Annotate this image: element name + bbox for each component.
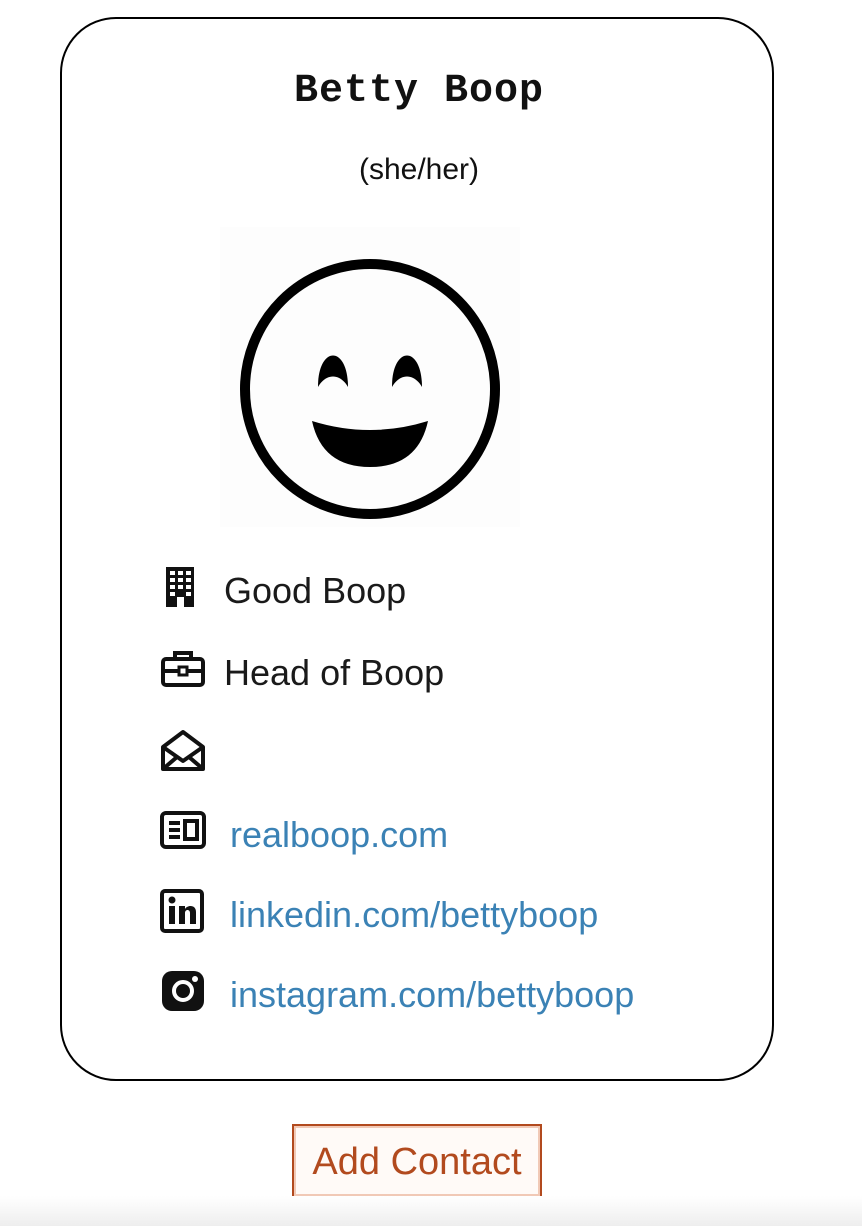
contact-name: Betty Boop [293, 69, 545, 114]
contact-pronouns: (she/her) [358, 153, 480, 186]
linkedin-link[interactable]: linkedin.com/bettyboop [230, 893, 598, 937]
contact-card: Betty Boop (she/her) Good Boop Head of B… [60, 17, 774, 1081]
linkedin-icon [160, 889, 208, 937]
id-card-icon [160, 809, 208, 857]
briefcase-icon [160, 647, 208, 695]
website-link[interactable]: realboop.com [230, 813, 448, 857]
building-icon [160, 565, 208, 613]
company-label: Good Boop [224, 570, 407, 611]
job-title-label: Head of Boop [224, 652, 445, 693]
smiling-face-icon [240, 259, 500, 519]
avatar [220, 227, 520, 527]
envelope-open-icon [160, 727, 208, 775]
instagram-icon [160, 969, 208, 1017]
instagram-link[interactable]: instagram.com/bettyboop [230, 973, 634, 1017]
add-contact-button[interactable]: Add Contact [292, 1124, 542, 1198]
bottom-fade [0, 1196, 862, 1226]
